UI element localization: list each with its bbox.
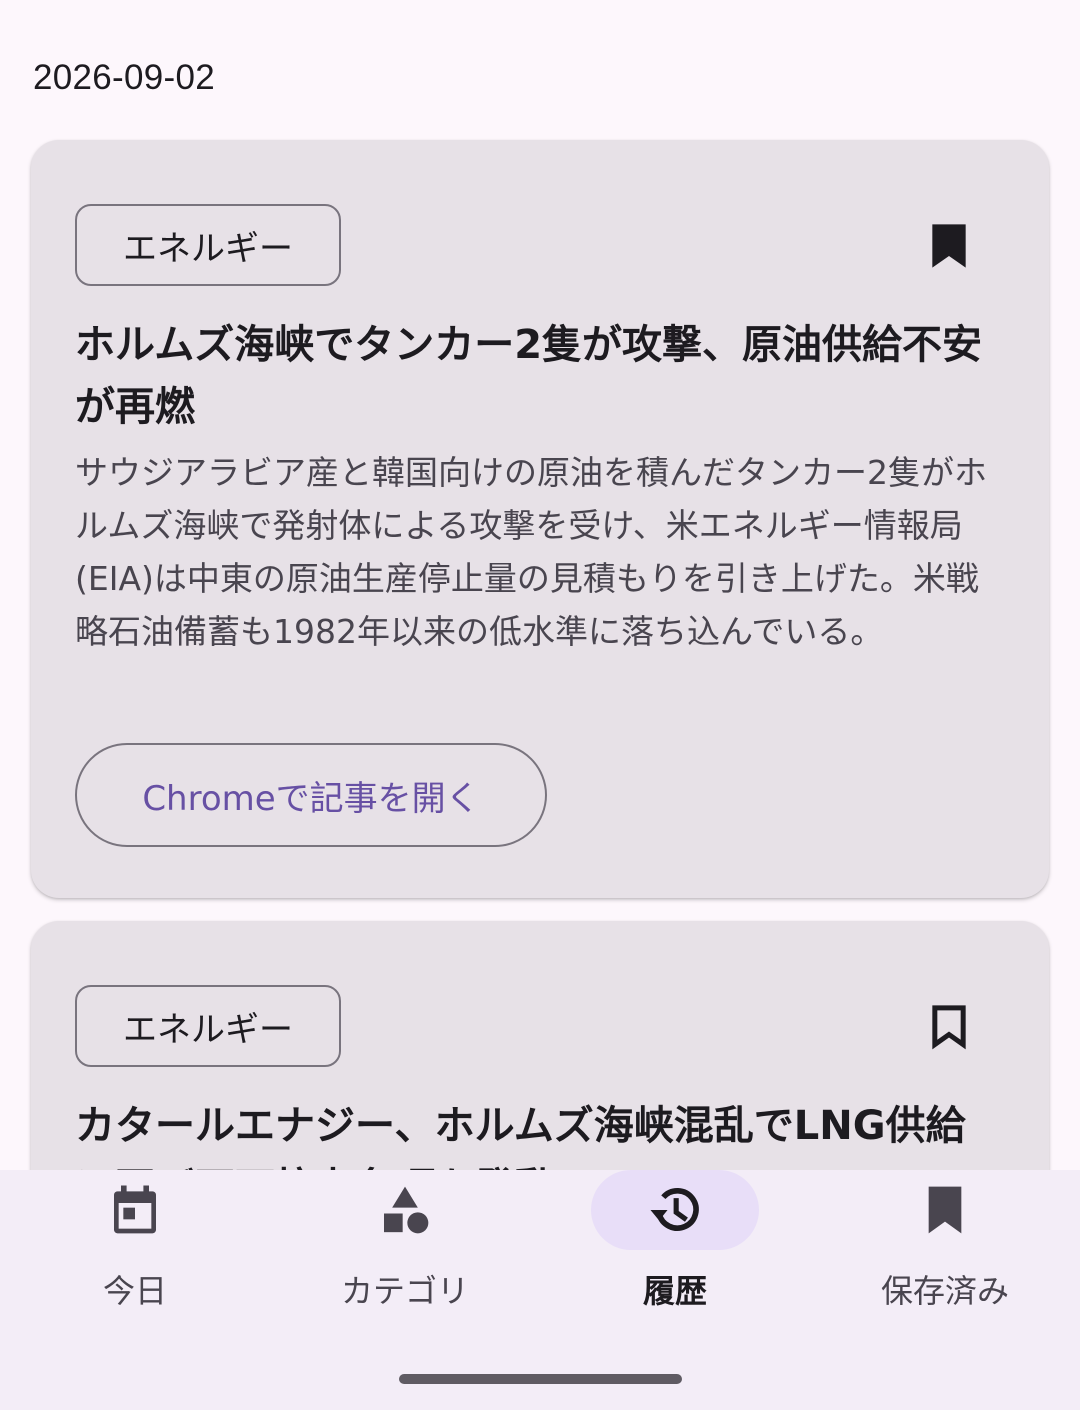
bookmark-filled-icon <box>917 1182 973 1238</box>
nav-label: 履歴 <box>642 1272 707 1310</box>
article-summary: サウジアラビア産と韓国向けの原油を積んだタンカー2隻がホルムズ海峡で発射体による… <box>75 453 987 651</box>
category-chip[interactable]: エネルギー <box>75 204 341 286</box>
bookmark-filled-icon <box>932 224 966 268</box>
category-shapes-icon <box>377 1182 433 1238</box>
calendar-icon <box>107 1182 163 1238</box>
nav-item-category[interactable]: カテゴリ <box>270 1170 540 1320</box>
bookmark-button[interactable] <box>929 1003 969 1051</box>
bookmark-button[interactable] <box>929 222 969 270</box>
nav-item-history[interactable]: 履歴 <box>540 1170 810 1320</box>
nav-label: カテゴリ <box>340 1272 469 1310</box>
category-chip[interactable]: エネルギー <box>75 985 341 1067</box>
date-header: 2026-09-02 <box>33 58 216 97</box>
nav-item-saved[interactable]: 保存済み <box>810 1170 1080 1320</box>
article-title: ホルムズ海峡でタンカー2隻が攻撃、原油供給不安が再燃 <box>75 322 983 430</box>
article-card[interactable]: エネルギー ホルムズ海峡でタンカー2隻が攻撃、原油供給不安が再燃 サウジアラビア… <box>31 140 1049 898</box>
gesture-handle[interactable] <box>399 1374 682 1384</box>
nav-label: 今日 <box>102 1272 167 1310</box>
nav-label: 保存済み <box>880 1272 1009 1310</box>
history-icon <box>647 1182 703 1238</box>
open-in-chrome-button[interactable]: Chromeで記事を開く <box>75 743 547 847</box>
nav-item-today[interactable]: 今日 <box>0 1170 270 1320</box>
bookmark-outline-icon <box>932 1005 966 1050</box>
